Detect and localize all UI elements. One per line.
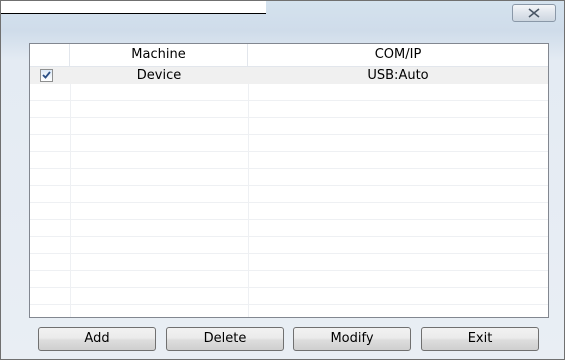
grid-line [30,135,548,152]
row-com-ip: USB:Auto [367,68,429,83]
list-grid [30,67,548,317]
close-button[interactable] [512,4,556,22]
grid-line [30,288,548,305]
exit-button[interactable]: Exit [421,327,539,351]
header-machine[interactable]: Machine [70,44,248,66]
grid-line [30,169,548,186]
grid-line [30,101,548,118]
grid-line [30,84,548,101]
header-check[interactable] [30,44,70,66]
add-button[interactable]: Add [38,327,156,351]
check-mark-icon [42,67,51,84]
grid-line [30,254,548,271]
grid-column-line [70,67,71,317]
machine-list[interactable]: Machine COM/IP Device USB:Auto [29,43,549,318]
grid-column-line [248,67,249,317]
row-machine: Device [136,68,182,83]
title-bar [1,1,266,14]
dialog-window: Machine COM/IP Device USB:Auto Add Delet… [0,0,565,360]
close-icon [527,8,541,18]
delete-button[interactable]: Delete [166,327,284,351]
grid-line [30,220,548,237]
grid-line [30,152,548,169]
row-check-cell [30,67,70,84]
grid-line [30,271,548,288]
modify-button[interactable]: Modify [293,327,411,351]
grid-line [30,237,548,254]
header-com-ip[interactable]: COM/IP [248,44,548,66]
list-header: Machine COM/IP [30,44,548,67]
grid-line [30,203,548,220]
grid-line [30,118,548,135]
grid-line [30,186,548,203]
row-checkbox[interactable] [40,69,53,82]
table-row[interactable]: Device USB:Auto [30,67,548,84]
